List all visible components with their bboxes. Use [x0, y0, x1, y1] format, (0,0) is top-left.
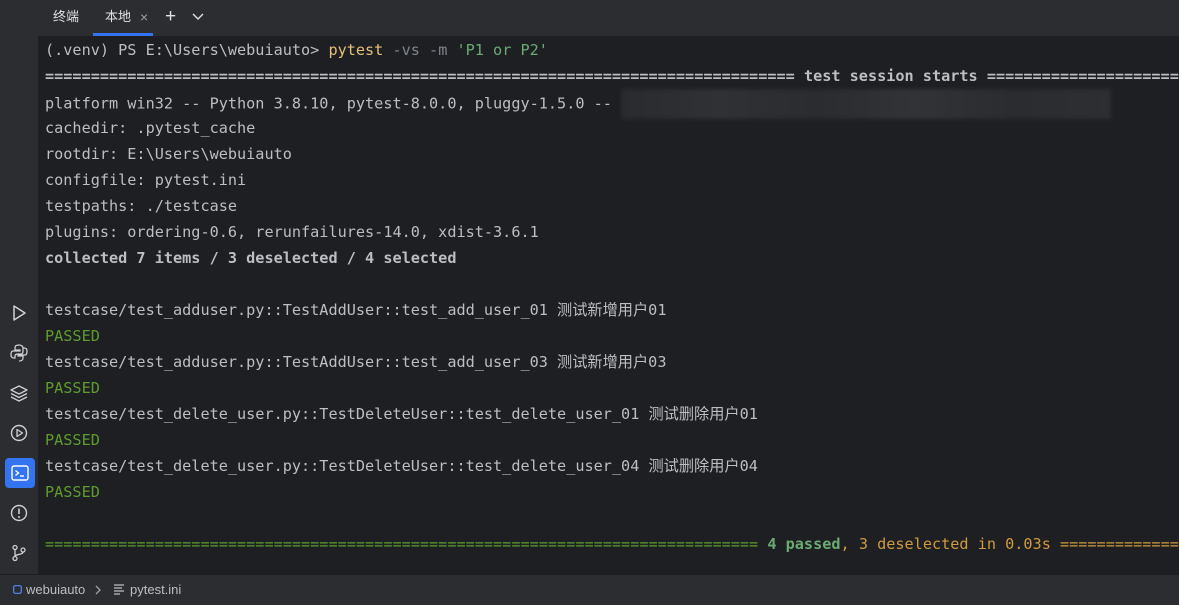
problems-icon[interactable] — [7, 501, 31, 525]
platform-line: platform win32 -- Python 3.8.10, pytest-… — [45, 89, 1112, 119]
summary-passed: 4 passed — [767, 535, 841, 553]
prompt: (.venv) PS E:\Users\webuiauto> — [45, 41, 329, 59]
status-bar: webuiauto pytest.ini — [0, 574, 1179, 605]
separator: ================================ — [986, 67, 1179, 85]
test-result-line: testcase/test_delete_user.py::TestDelete… — [45, 405, 758, 423]
test-result-line: testcase/test_delete_user.py::TestDelete… — [45, 457, 758, 475]
testpaths-line: testpaths: ./testcase — [45, 197, 238, 215]
layers-icon[interactable] — [7, 381, 31, 405]
python-console-icon[interactable] — [7, 341, 31, 365]
file-lines-icon — [114, 584, 124, 595]
command-arg: 'P1 or P2' — [456, 41, 548, 59]
cachedir-line: cachedir: .pytest_cache — [45, 119, 256, 137]
configfile-line: configfile: pytest.ini — [45, 171, 247, 189]
rootdir-line: rootdir: E:\Users\webuiauto — [45, 145, 292, 163]
git-icon[interactable] — [7, 541, 31, 565]
passed-status: PASSED — [45, 379, 100, 397]
services-icon[interactable] — [7, 421, 31, 445]
prompt-line: (.venv) PS E:\Users\webuiauto> pytest -v… — [45, 37, 548, 63]
passed-status: PASSED — [45, 483, 100, 501]
close-tab-icon[interactable]: × — [140, 0, 148, 34]
project-icon — [13, 585, 22, 594]
command: pytest — [328, 41, 384, 59]
collected-line: collected 7 items / 3 deselected / 4 sel… — [45, 249, 457, 267]
platform-text: platform win32 -- Python 3.8.10, pytest-… — [45, 94, 622, 113]
summary-sep: , — [840, 535, 859, 553]
terminal-output[interactable]: (.venv) PS E:\Users\webuiauto> pytest -v… — [38, 37, 1179, 574]
session-start-line: ========================================… — [45, 63, 1179, 89]
passed-status: PASSED — [45, 327, 100, 345]
command-flags: -vs -m — [383, 41, 457, 59]
breadcrumb-project[interactable]: webuiauto — [26, 575, 85, 604]
chevron-right-icon — [95, 585, 101, 595]
summary-time: in 0.03s — [968, 535, 1051, 553]
tab-local-label: 本地 — [105, 9, 132, 24]
summary-line: ========================================… — [45, 531, 1179, 557]
session-start-text: test session starts — [803, 67, 978, 85]
separator: ================================ — [1059, 535, 1179, 553]
separator: ========================================… — [45, 67, 804, 85]
breadcrumb-file[interactable]: pytest.ini — [130, 575, 181, 604]
chevron-down-icon[interactable] — [191, 9, 205, 23]
test-result-line: testcase/test_adduser.py::TestAddUser::t… — [45, 301, 667, 319]
plugins-line: plugins: ordering-0.6, rerunfailures-14.… — [45, 223, 539, 241]
tool-window-strip — [0, 36, 38, 574]
summary-deselected: 3 deselected — [858, 535, 969, 553]
add-tab-icon[interactable]: + — [165, 0, 176, 34]
tab-terminal[interactable]: 终端 — [53, 0, 79, 36]
terminal-tab-bar: 终端 本地 × + — [0, 0, 1179, 37]
tab-local[interactable]: 本地 — [93, 0, 154, 36]
terminal-icon[interactable] — [5, 458, 35, 488]
redacted-path — [621, 89, 1112, 119]
passed-status: PASSED — [45, 431, 100, 449]
separator: ========================================… — [45, 535, 768, 553]
run-icon[interactable] — [7, 301, 31, 325]
test-result-line: testcase/test_adduser.py::TestAddUser::t… — [45, 353, 667, 371]
